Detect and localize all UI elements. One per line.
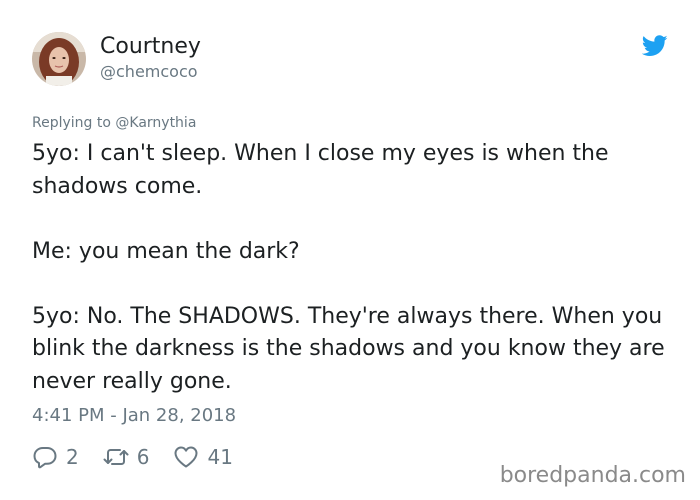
like-count: 41 [207, 445, 233, 469]
tweet-line: 5yo: No. The SHADOWS. They're always the… [32, 303, 665, 394]
reply-context: Replying to @Karnythia [32, 115, 196, 131]
watermark: boredpanda.com [499, 463, 686, 488]
reply-count: 2 [66, 445, 79, 469]
retweet-button[interactable]: 6 [103, 445, 150, 469]
tweet-card: Courtney @chemcoco Replying to @Karnythi… [0, 0, 700, 500]
action-bar: 2 6 41 [32, 444, 257, 470]
avatar[interactable] [32, 32, 86, 86]
reply-prefix: Replying to [32, 115, 116, 131]
user-handle[interactable]: @chemcoco [100, 62, 198, 81]
reply-icon [33, 447, 57, 469]
tweet-line: Me: you mean the dark? [32, 238, 300, 264]
twitter-bird-icon[interactable] [641, 35, 668, 57]
reply-to-handle[interactable]: @Karnythia [115, 115, 196, 131]
heart-icon [174, 446, 198, 468]
tweet-timestamp[interactable]: 4:41 PM - Jan 28, 2018 [32, 405, 236, 426]
display-name[interactable]: Courtney [100, 34, 201, 59]
retweet-icon [103, 449, 129, 465]
like-button[interactable]: 41 [173, 445, 233, 469]
tweet-line: 5yo: I can't sleep. When I close my eyes… [32, 141, 609, 199]
retweet-count: 6 [136, 445, 150, 469]
reply-button[interactable]: 2 [32, 445, 79, 469]
tweet-text: 5yo: I can't sleep. When I close my eyes… [32, 138, 682, 398]
avatar-image [32, 32, 86, 86]
